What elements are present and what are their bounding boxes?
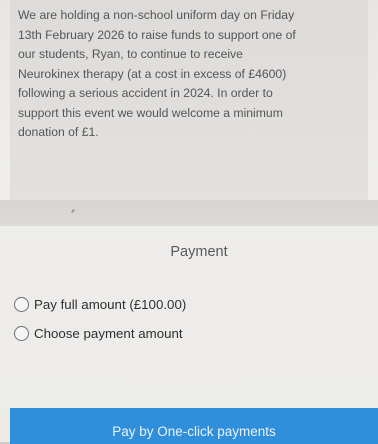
choose-amount-label: Choose payment amount bbox=[34, 326, 183, 341]
section-divider bbox=[0, 200, 378, 226]
pay-full-amount-radio[interactable] bbox=[14, 297, 29, 312]
payment-heading: Payment bbox=[170, 244, 228, 260]
choose-amount-option[interactable]: Choose payment amount bbox=[14, 326, 183, 341]
pay-full-amount-label: Pay full amount (£100.00) bbox=[34, 297, 187, 312]
choose-amount-radio[interactable] bbox=[14, 326, 29, 341]
payment-page: We are holding a non-school uniform day … bbox=[0, 0, 378, 444]
pay-full-amount-option[interactable]: Pay full amount (£100.00) bbox=[14, 297, 186, 312]
divider-mark bbox=[70, 208, 76, 214]
one-click-pay-button[interactable]: Pay by One-click payments bbox=[10, 408, 378, 444]
event-description: We are holding a non-school uniform day … bbox=[18, 8, 296, 139]
